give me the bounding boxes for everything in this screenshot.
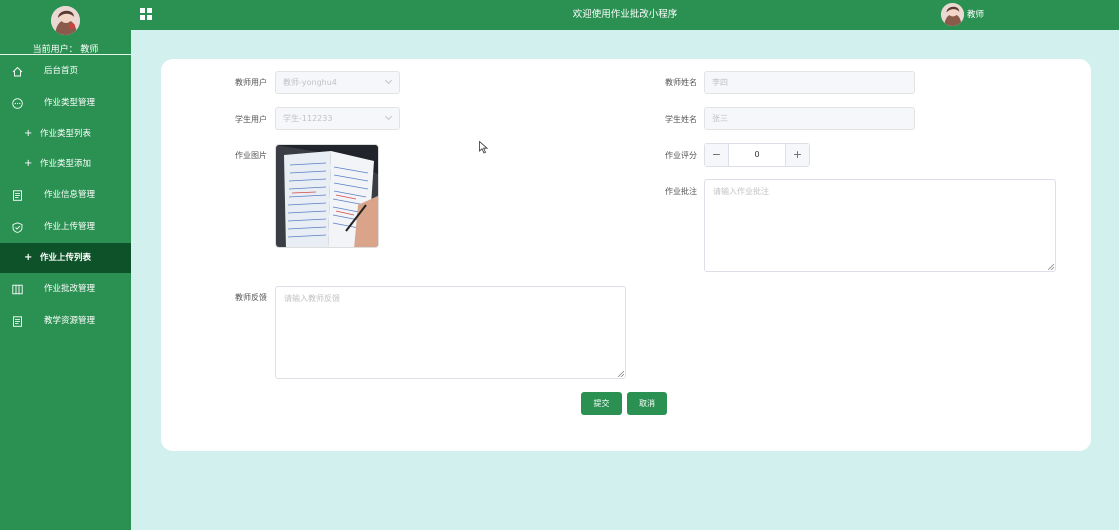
student-name-value: 张三 (712, 114, 728, 123)
teacher-feedback-textarea[interactable]: 请输入教师反馈 (275, 286, 626, 379)
student-user-value: 学生-112233 (283, 114, 333, 123)
increment-button[interactable]: + (785, 144, 809, 166)
teacher-feedback-placeholder: 请输入教师反馈 (284, 294, 340, 303)
teacher-feedback-label: 教师反馈 (235, 293, 267, 302)
student-name-input[interactable]: 张三 (704, 107, 915, 130)
form-card: 教师用户 教师-yonghu4 学生用户 学生-112233 作业图片 教师反馈… (161, 59, 1091, 451)
sidebar-item-1[interactable]: 作业类型管理 (0, 87, 131, 119)
sidebar-item-8[interactable]: 教学资源管理 (0, 305, 131, 337)
resize-grip-icon[interactable] (1047, 263, 1054, 270)
sidebar-item-5[interactable]: 作业上传管理 (0, 211, 131, 243)
teacher-user-value: 教师-yonghu4 (283, 78, 337, 87)
submit-button[interactable]: 提交 (581, 392, 622, 415)
document-icon (13, 190, 22, 201)
sidebar-item-label: 作业上传管理 (44, 222, 96, 232)
sidebar-item-2[interactable]: + 作业类型列表 (0, 119, 131, 149)
sidebar: 当前用户： 教师 后台首页 作业类型管理 + 作业类型列表 + 作业类型添加 作业信息管理作… (0, 0, 131, 530)
teacher-name-label: 教师姓名 (665, 78, 697, 87)
plus-icon: + (24, 252, 33, 263)
annotation-placeholder: 请输入作业批注 (713, 187, 769, 196)
homework-image[interactable] (275, 144, 379, 248)
current-user-label: 当前用户： 教师 (32, 45, 99, 55)
chevron-down-icon (384, 112, 393, 121)
sidebar-item-label: 作业类型管理 (44, 98, 96, 108)
teacher-name-value: 李四 (712, 78, 728, 87)
decrement-button[interactable]: − (705, 144, 729, 166)
teacher-name-input[interactable]: 李四 (704, 71, 915, 94)
homework-image-label: 作业图片 (235, 151, 267, 160)
resize-grip-icon[interactable] (617, 370, 624, 377)
plus-icon: + (24, 128, 33, 139)
header-avatar[interactable] (941, 3, 964, 26)
chevron-down-icon (384, 76, 393, 85)
annotation-textarea[interactable]: 请输入作业批注 (704, 179, 1056, 272)
header-role[interactable]: 教师 (967, 0, 984, 30)
sidebar-item-label: 作业类型添加 (40, 159, 92, 169)
student-user-label: 学生用户 (235, 115, 267, 124)
student-name-label: 学生姓名 (665, 115, 697, 124)
sidebar-item-label: 作业上传列表 (40, 253, 92, 263)
columns-icon (12, 284, 23, 295)
sidebar-item-label: 教学资源管理 (44, 316, 96, 326)
user-avatar[interactable] (51, 6, 80, 35)
plus-icon: + (24, 158, 33, 169)
sidebar-item-0[interactable]: 后台首页 (0, 55, 131, 87)
annotation-label: 作业批注 (665, 187, 697, 196)
cancel-button[interactable]: 取消 (627, 392, 667, 415)
sidebar-menu: 后台首页作业类型管理 + 作业类型列表 + 作业类型添加作业信息管理 作业上传管理 + 作业上… (0, 55, 131, 337)
score-label: 作业评分 (665, 151, 697, 160)
score-stepper[interactable]: − 0 + (704, 143, 810, 167)
student-user-select[interactable]: 学生-112233 (275, 107, 400, 130)
sidebar-item-4[interactable]: 作业信息管理 (0, 179, 131, 211)
sidebar-item-label: 后台首页 (44, 66, 79, 76)
mouse-cursor-icon (479, 141, 488, 154)
teacher-user-label: 教师用户 (235, 78, 267, 87)
shield-icon (12, 222, 23, 233)
sidebar-item-label: 作业批改管理 (44, 284, 96, 294)
document-icon (13, 316, 22, 327)
sidebar-item-6[interactable]: + 作业上传列表 (0, 243, 131, 273)
sidebar-item-7[interactable]: 作业批改管理 (0, 273, 131, 305)
chat-icon (12, 98, 23, 109)
sidebar-item-label: 作业信息管理 (44, 190, 96, 200)
sidebar-profile: 当前用户： 教师 (0, 0, 131, 55)
score-value[interactable]: 0 (729, 144, 785, 166)
top-header: 欢迎使用作业批改小程序 教师 (131, 0, 1119, 30)
sidebar-item-3[interactable]: + 作业类型添加 (0, 149, 131, 179)
sidebar-item-label: 作业类型列表 (40, 129, 92, 139)
home-icon (12, 66, 23, 77)
teacher-user-select[interactable]: 教师-yonghu4 (275, 71, 400, 94)
